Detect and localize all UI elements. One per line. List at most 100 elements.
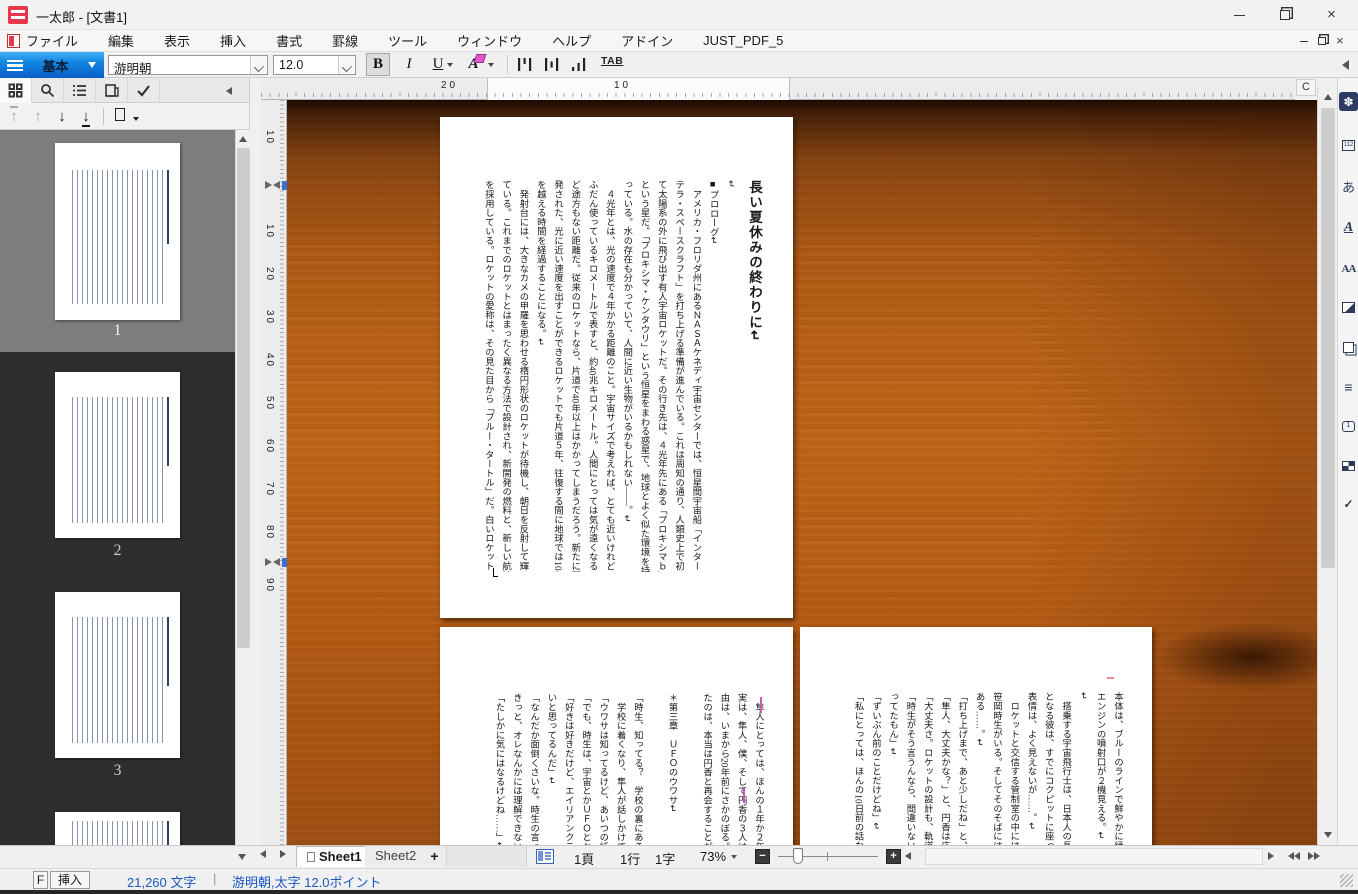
page-thumbnail[interactable] [55,372,180,538]
palette-date-icon[interactable]: 112 [1339,136,1358,155]
palette-font-icon[interactable]: AA [1339,259,1358,278]
menu-item[interactable]: ウィンドウ [457,31,522,50]
toolbar-collapse-button[interactable] [1337,53,1353,76]
palette-checker-icon[interactable] [1339,456,1358,475]
mode-tab[interactable]: 基本 [0,52,104,78]
color-dropdown-icon[interactable] [488,63,494,67]
menu-item[interactable]: 罫線 [332,31,358,50]
menu-item[interactable]: アドイン [621,31,673,50]
menu-item[interactable]: 書式 [276,31,302,50]
go-first-page-button[interactable]: ↑ [4,107,24,127]
window-resize-grip[interactable] [1340,874,1353,887]
align-top-button[interactable] [514,55,536,74]
page-thumbnail[interactable] [55,143,180,320]
document-page-3[interactable]: 本体は、ブルーのラインで鮮やかに縁取エンジンの噴射口が２機見える。↵↵ 搭乗する… [800,627,1152,845]
italic-button[interactable]: I [397,53,421,76]
document-page-1[interactable]: 長い夏休みの終わりに↵ ↵■プロローグ↵ アメリカ・フロリダ州にあるＮＡＳＡケネ… [440,117,793,618]
font-size-select[interactable]: 12.0 [273,55,356,75]
text-column: たのは、本当は円香と再会することが目 [697,693,714,845]
sheet-tab-2[interactable]: Sheet2 [365,846,427,867]
tab-pages[interactable] [96,78,128,103]
sheet-tab-1[interactable]: Sheet1 [296,846,373,867]
doc-restore-icon[interactable] [1318,37,1326,45]
input-mode-indicator[interactable]: F [33,871,48,889]
hscroll-right-icon[interactable] [1268,852,1274,860]
align-bottom-button[interactable] [568,55,590,74]
menu-item[interactable]: ツール [388,31,427,50]
zoom-dropdown-icon[interactable] [731,855,737,859]
doc-close-icon[interactable]: × [1336,36,1344,46]
text-column: 「たしかに気にはなるけどね……」↵ [489,693,506,845]
font-color-button[interactable]: A [463,53,499,76]
thumbnail-scrollbar-thumb[interactable] [237,148,250,648]
palette-pen-icon[interactable]: A [1339,218,1358,237]
prev-page-button[interactable] [1288,852,1300,860]
horizontal-ruler[interactable]: 20 10 [261,78,1295,100]
palette-image-icon[interactable] [1339,298,1358,317]
size-dropdown-icon[interactable] [338,56,355,74]
ruler-c-button[interactable]: C [1296,79,1316,96]
tab-proof[interactable] [128,78,160,103]
menu-item[interactable]: 編集 [108,31,134,50]
minimize-button[interactable] [1217,0,1262,30]
page-view-options-button[interactable] [112,107,142,127]
zoom-slider-thumb[interactable] [793,848,803,864]
ruler-label: 30 [264,310,275,325]
go-last-page-button[interactable]: ↓ [76,107,96,127]
palette-copies-icon[interactable] [1339,338,1358,357]
menu-item[interactable]: ファイル [26,31,78,50]
ruler-ticks [280,100,284,845]
sheet-prev-button[interactable] [260,850,266,858]
underline-dropdown-icon[interactable] [447,63,453,67]
page-thumbnail[interactable] [55,592,180,758]
insert-mode-indicator[interactable]: 挿入 [50,871,90,889]
arrow-down-icon: ↓ [58,108,66,125]
palette-list-icon[interactable]: ≡ [1339,377,1358,396]
close-button[interactable]: × [1309,0,1354,30]
view-mode-icon[interactable] [536,849,554,864]
page-thumbnail[interactable] [55,812,180,845]
tab-outline[interactable] [64,78,96,103]
font-dropdown-icon[interactable] [250,56,267,74]
margin-marker[interactable] [265,181,280,190]
palette-memo-icon[interactable]: 1 [1339,417,1358,436]
bold-button[interactable]: B [366,53,390,76]
palette-check-icon[interactable]: ✓ [1339,494,1358,513]
go-next-page-button[interactable]: ↓ [52,107,72,127]
add-sheet-button[interactable]: + [423,846,447,867]
sidebar-collapse-button[interactable] [212,78,246,103]
menu-item[interactable]: JUST_PDF_5 [703,33,783,48]
scroll-down-button[interactable] [1318,826,1338,844]
sheet-next-button[interactable] [280,850,286,858]
palette-kana-icon[interactable]: あ [1339,177,1358,196]
tab-search[interactable] [32,78,64,103]
thumbnail-scroll-down-button[interactable] [232,848,252,865]
zoom-out-button[interactable]: − [755,849,770,864]
font-name-select[interactable]: 游明朝 [108,55,268,75]
vertical-scrollbar[interactable] [1317,88,1337,845]
menu-item[interactable]: 表示 [164,31,190,50]
palette-flower-icon[interactable]: ✽ [1339,92,1358,111]
go-prev-page-button[interactable]: ↑ [28,107,48,127]
document-page-2[interactable]: 隼人にとっては、ほんの１年か２年の実は、隼人、僕、そして円香の３人は由は、いまか… [440,627,793,845]
menu-item[interactable]: ヘルプ [552,31,591,50]
menu-item[interactable]: 挿入 [220,31,246,50]
hscroll-left-icon[interactable] [905,852,911,860]
margin-marker[interactable] [265,558,280,567]
tab-button[interactable]: TAB [601,55,623,67]
zoom-level[interactable]: 73% [700,849,726,864]
horizontal-scrollbar[interactable] [925,848,1263,865]
vertical-ruler[interactable]: 10 10 20 30 40 50 60 70 80 90 [261,100,287,845]
align-center-button[interactable] [541,55,563,74]
scroll-up-icon[interactable] [239,136,247,142]
scroll-up-button[interactable] [1318,88,1338,106]
restore-button[interactable] [1262,0,1307,30]
thumbnail-scrollbar[interactable] [235,130,250,845]
scrollbar-thumb[interactable] [1321,108,1335,568]
tab-thumbnails[interactable] [0,78,32,103]
document-canvas[interactable]: 長い夏休みの終わりに↵ ↵■プロローグ↵ アメリカ・フロリダ州にあるＮＡＳＡケネ… [287,100,1317,845]
underline-button[interactable]: U [427,53,459,76]
zoom-in-button[interactable]: + [886,849,901,864]
next-page-button[interactable] [1308,852,1320,860]
doc-minimize-icon[interactable] [1300,41,1308,42]
